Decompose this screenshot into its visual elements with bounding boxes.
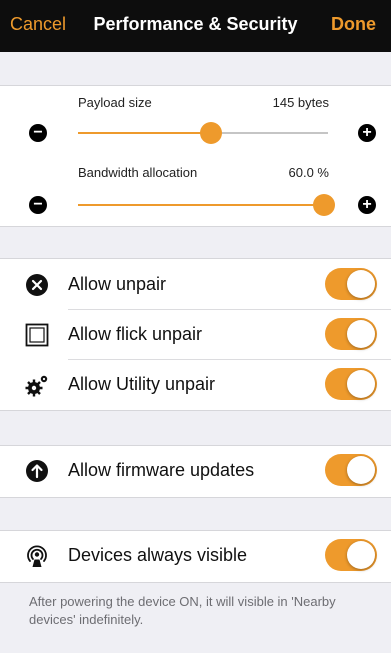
divider <box>0 497 391 498</box>
navigation-bar: Cancel Performance & Security Done <box>0 0 391 52</box>
bandwidth-allocation-label: Bandwidth allocation <box>78 165 198 180</box>
allow-unpair-label: Allow unpair <box>68 274 167 294</box>
divider <box>0 582 391 583</box>
payload-size-label: Payload size <box>78 95 152 110</box>
allow-firmware-updates-toggle[interactable] <box>325 454 377 486</box>
broadcast-icon <box>25 544 49 568</box>
divider <box>0 410 391 411</box>
devices-always-visible-label: Devices always visible <box>68 545 248 565</box>
bandwidth-slider-fill <box>78 204 324 206</box>
x-circle-icon <box>25 273 49 297</box>
payload-decrease-button[interactable]: − <box>29 124 47 142</box>
allow-firmware-updates-label: Allow firmware updates <box>68 460 255 480</box>
allow-unpair-toggle[interactable] <box>325 268 377 300</box>
bandwidth-decrease-button[interactable]: − <box>29 196 47 214</box>
list-item-allow-firmware-updates: Allow firmware updates <box>0 446 391 496</box>
toggle-knob <box>347 456 375 484</box>
sliders-section: Payload size 145 bytes − + Bandwidth all… <box>0 85 391 227</box>
allow-flick-unpair-toggle[interactable] <box>325 318 377 350</box>
toggle-knob <box>347 270 375 298</box>
payload-slider-fill <box>78 132 211 134</box>
visibility-section: Devices always visible <box>0 530 391 583</box>
square-outline-icon <box>25 323 49 347</box>
toggle-knob <box>347 541 375 569</box>
bandwidth-increase-button[interactable]: + <box>358 196 376 214</box>
unpair-section: Allow unpair Allow flick unpair Allow Ut… <box>0 258 391 411</box>
firmware-section: Allow firmware updates <box>0 445 391 498</box>
done-button[interactable]: Done <box>331 14 376 35</box>
allow-utility-unpair-label: Allow Utility unpair <box>68 374 216 394</box>
devices-always-visible-toggle[interactable] <box>325 539 377 571</box>
list-item-allow-unpair: Allow unpair <box>0 260 391 310</box>
gears-icon <box>25 373 49 397</box>
list-item-allow-flick-unpair: Allow flick unpair <box>0 310 391 360</box>
payload-size-value: 145 bytes <box>272 95 329 110</box>
bandwidth-slider-thumb[interactable] <box>313 194 335 216</box>
payload-increase-button[interactable]: + <box>358 124 376 142</box>
visibility-footer-note: After powering the device ON, it will vi… <box>29 594 336 627</box>
list-item-allow-utility-unpair: Allow Utility unpair <box>0 360 391 410</box>
payload-size-slider[interactable] <box>78 122 328 144</box>
arrow-up-circle-icon <box>25 459 49 483</box>
allow-utility-unpair-toggle[interactable] <box>325 368 377 400</box>
payload-slider-thumb[interactable] <box>199 122 222 144</box>
toggle-knob <box>347 370 375 398</box>
divider <box>0 258 391 259</box>
allow-flick-unpair-label: Allow flick unpair <box>68 324 203 344</box>
bandwidth-allocation-value: 60.0 % <box>288 165 329 180</box>
list-item-devices-always-visible: Devices always visible <box>0 531 391 581</box>
bandwidth-allocation-slider[interactable] <box>78 194 335 216</box>
toggle-knob <box>347 320 375 348</box>
divider <box>0 85 391 86</box>
divider <box>0 226 391 227</box>
